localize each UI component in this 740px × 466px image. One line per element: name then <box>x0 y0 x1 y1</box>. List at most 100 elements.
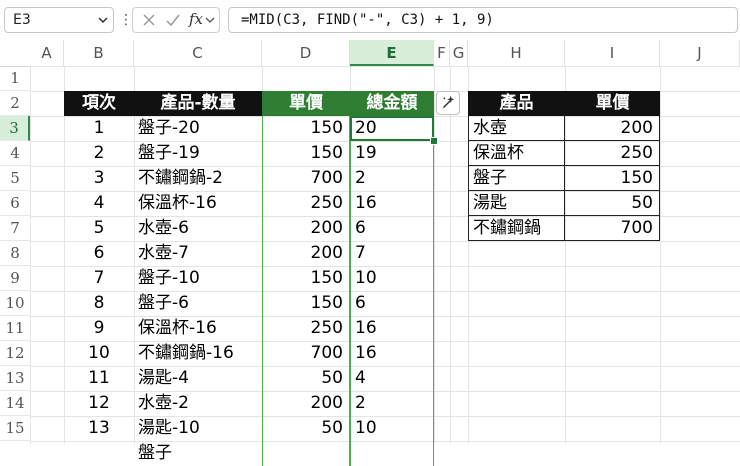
table1-header[interactable]: 項次 <box>64 91 134 116</box>
table1-cell[interactable]: 湯匙-4 <box>134 366 262 391</box>
table1-cell[interactable]: 保溫杯-16 <box>134 191 262 216</box>
column-header-f[interactable]: F <box>434 40 450 66</box>
table1-cell[interactable]: 1 <box>64 116 134 141</box>
row-header-7[interactable]: 7 <box>0 216 30 241</box>
row-header-1[interactable]: 1 <box>0 66 30 91</box>
table1-cell[interactable]: 12 <box>64 391 134 416</box>
table1-cell[interactable]: 700 <box>262 166 350 191</box>
table1-cell[interactable]: 10 <box>64 341 134 366</box>
name-box[interactable]: E3 <box>4 7 114 33</box>
table1-cell[interactable]: 2 <box>350 166 434 191</box>
table1-cell[interactable]: 200 <box>262 391 350 416</box>
table1-cell[interactable]: 16 <box>350 341 434 366</box>
row-header-3[interactable]: 3 <box>0 116 30 141</box>
table1-cell[interactable]: 3 <box>64 166 134 191</box>
table2-cell[interactable]: 250 <box>565 141 660 166</box>
table1-cell[interactable]: 7 <box>350 241 434 266</box>
row-header-5[interactable]: 5 <box>0 166 30 191</box>
table1-cell[interactable]: 盤子 <box>134 441 262 466</box>
table1-cell[interactable]: 11 <box>64 366 134 391</box>
table1-cell[interactable]: 150 <box>262 291 350 316</box>
column-header-e[interactable]: E <box>350 40 434 66</box>
table1-header[interactable]: 單價 <box>262 91 350 116</box>
table1-cell[interactable]: 150 <box>262 141 350 166</box>
row-header-4[interactable]: 4 <box>0 141 30 166</box>
table1-cell[interactable]: 不鏽鋼鍋-16 <box>134 341 262 366</box>
table1-cell[interactable]: 50 <box>262 416 350 441</box>
table1-cell[interactable]: 2 <box>350 391 434 416</box>
column-header-c[interactable]: C <box>134 40 262 66</box>
table2-cell[interactable]: 700 <box>565 216 660 241</box>
row-header-15[interactable]: 15 <box>0 416 30 441</box>
table1-cell[interactable]: 250 <box>262 316 350 341</box>
drag-handle-icon[interactable]: ⋮ <box>119 12 133 28</box>
table2-cell[interactable]: 50 <box>565 191 660 216</box>
table1-cell[interactable]: 6 <box>350 216 434 241</box>
x-icon[interactable] <box>141 12 157 28</box>
table2-cell[interactable]: 保溫杯 <box>468 141 565 166</box>
table1-cell[interactable]: 7 <box>64 266 134 291</box>
column-header-i[interactable]: I <box>565 40 660 66</box>
table1-cell[interactable]: 水壺-7 <box>134 241 262 266</box>
table1-cell[interactable]: 200 <box>262 241 350 266</box>
table1-cell[interactable]: 8 <box>64 291 134 316</box>
table1-cell[interactable] <box>350 441 434 466</box>
table2-cell[interactable]: 200 <box>565 116 660 141</box>
table1-cell[interactable]: 保溫杯-16 <box>134 316 262 341</box>
column-header-a[interactable]: A <box>30 40 64 66</box>
row-header-12[interactable]: 12 <box>0 341 30 366</box>
table1-cell[interactable]: 水壺-6 <box>134 216 262 241</box>
table1-cell[interactable]: 盤子-19 <box>134 141 262 166</box>
table2-cell[interactable]: 湯匙 <box>468 191 565 216</box>
row-header-8[interactable]: 8 <box>0 241 30 266</box>
row-header-10[interactable]: 10 <box>0 291 30 316</box>
table1-cell[interactable]: 盤子-6 <box>134 291 262 316</box>
row-header-11[interactable]: 11 <box>0 316 30 341</box>
fill-handle[interactable] <box>430 137 438 145</box>
table1-cell[interactable]: 4 <box>64 191 134 216</box>
table1-cell[interactable]: 20 <box>350 116 434 141</box>
select-all-corner[interactable] <box>0 40 30 66</box>
table1-cell[interactable]: 5 <box>64 216 134 241</box>
table1-cell[interactable] <box>262 441 350 466</box>
table1-cell[interactable]: 250 <box>262 191 350 216</box>
table1-cell[interactable]: 2 <box>64 141 134 166</box>
table1-cell[interactable]: 16 <box>350 191 434 216</box>
table1-cell[interactable]: 13 <box>64 416 134 441</box>
table1-header[interactable]: 產品-數量 <box>134 91 262 116</box>
column-header-g[interactable]: G <box>450 40 468 66</box>
table2-cell[interactable]: 150 <box>565 166 660 191</box>
row-header-9[interactable]: 9 <box>0 266 30 291</box>
table1-cell[interactable]: 不鏽鋼鍋-2 <box>134 166 262 191</box>
table1-cell[interactable]: 6 <box>64 241 134 266</box>
table1-cell[interactable] <box>64 441 134 466</box>
table1-cell[interactable]: 50 <box>262 366 350 391</box>
column-header-h[interactable]: H <box>468 40 565 66</box>
row-header-2[interactable]: 2 <box>0 91 30 116</box>
column-header-d[interactable]: D <box>262 40 350 66</box>
table1-cell[interactable]: 盤子-10 <box>134 266 262 291</box>
table1-header[interactable]: 總金額 <box>350 91 434 116</box>
table1-cell[interactable]: 湯匙-10 <box>134 416 262 441</box>
row-header-6[interactable]: 6 <box>0 191 30 216</box>
table2-header[interactable]: 單價 <box>565 91 660 116</box>
column-header-b[interactable]: B <box>64 40 134 66</box>
table2-header[interactable]: 產品 <box>468 91 565 116</box>
table1-cell[interactable]: 4 <box>350 366 434 391</box>
sheet-grid[interactable]: 項次 產品-數量 單價 總金額 1 盤子-20 150 20 2 盤子-19 150 19 3 不鏽鋼鍋-… <box>30 66 740 466</box>
table1-cell[interactable]: 19 <box>350 141 434 166</box>
table2-cell[interactable]: 不鏽鋼鍋 <box>468 216 565 241</box>
chevron-down-icon[interactable] <box>205 12 215 28</box>
table1-cell[interactable]: 10 <box>350 266 434 291</box>
sparkle-icon[interactable] <box>436 91 460 115</box>
formula-input[interactable]: =MID(C3, FIND("-", C3) + 1, 9) <box>228 7 738 33</box>
row-header-13[interactable]: 13 <box>0 366 30 391</box>
table1-cell[interactable]: 盤子-20 <box>134 116 262 141</box>
row-header-14[interactable]: 14 <box>0 391 30 416</box>
table2-cell[interactable]: 水壺 <box>468 116 565 141</box>
table1-cell[interactable]: 水壺-2 <box>134 391 262 416</box>
check-icon[interactable] <box>165 12 181 28</box>
table1-cell[interactable]: 10 <box>350 416 434 441</box>
table2-cell[interactable]: 盤子 <box>468 166 565 191</box>
table1-cell[interactable]: 150 <box>262 116 350 141</box>
